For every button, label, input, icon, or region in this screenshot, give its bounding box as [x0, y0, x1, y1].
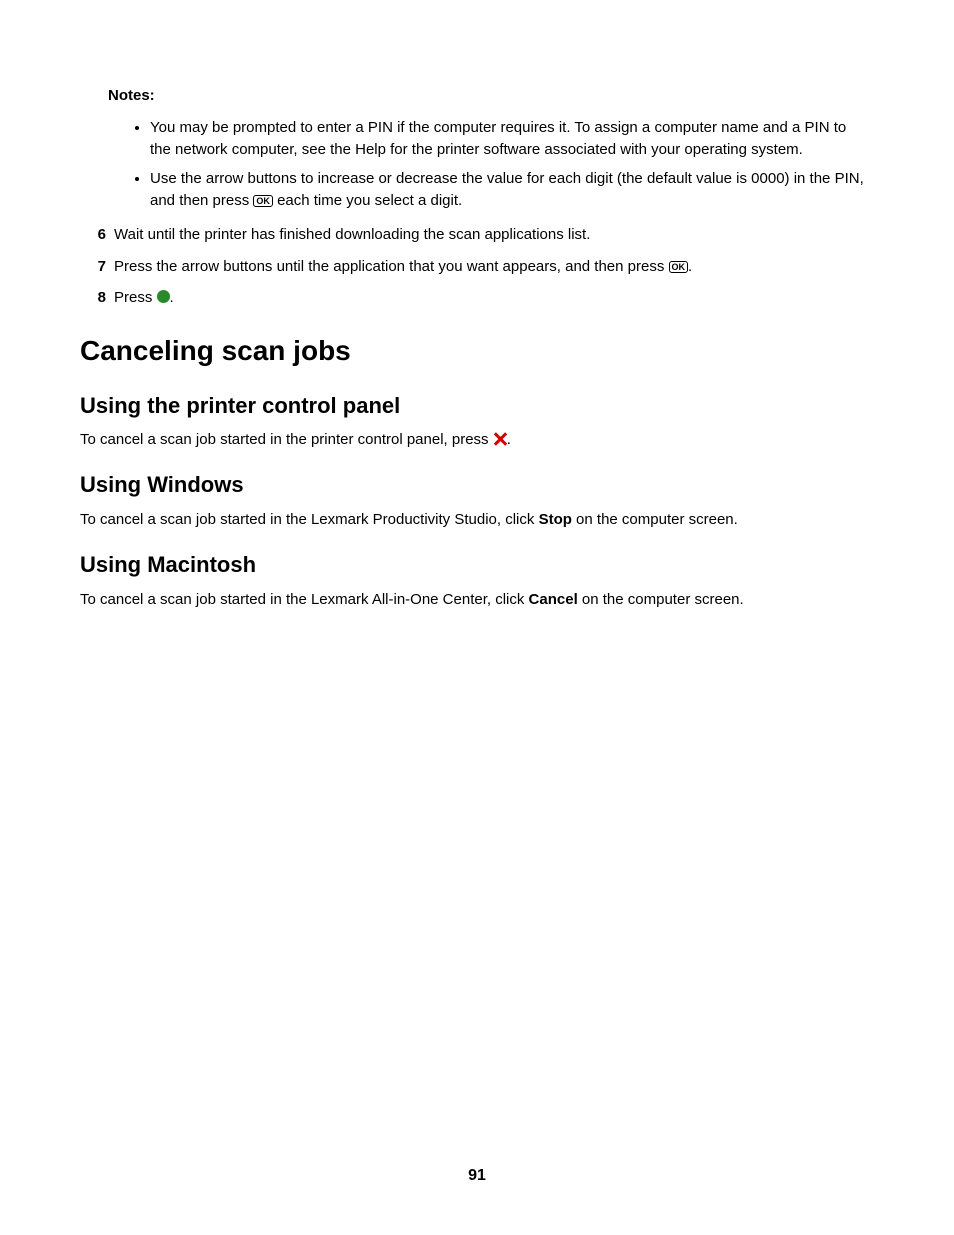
- document-page: Notes: You may be prompted to enter a PI…: [0, 0, 954, 611]
- step-7: 7 Press the arrow buttons until the appl…: [80, 256, 874, 278]
- page-number: 91: [0, 1164, 954, 1187]
- ok-icon: OK: [253, 195, 273, 207]
- step-text: Press .: [114, 287, 874, 309]
- notes-list: You may be prompted to enter a PIN if th…: [80, 117, 874, 212]
- subsection-heading-macintosh: Using Macintosh: [80, 549, 874, 581]
- step-text-fragment: .: [170, 289, 174, 306]
- step-number: 6: [80, 224, 114, 246]
- step-text-fragment: Press the arrow buttons until the applic…: [114, 258, 669, 275]
- section-heading-canceling: Canceling scan jobs: [80, 331, 874, 372]
- start-button-icon: [157, 290, 170, 303]
- step-text-fragment: .: [688, 258, 692, 275]
- step-number: 7: [80, 256, 114, 278]
- bold-text: Stop: [539, 511, 572, 528]
- text-fragment: To cancel a scan job started in the Lexm…: [80, 591, 529, 608]
- step-text: Wait until the printer has finished down…: [114, 224, 874, 246]
- step-8: 8 Press .: [80, 287, 874, 309]
- note-text: each time you select a digit.: [273, 192, 462, 209]
- text-fragment: To cancel a scan job started in the Lexm…: [80, 511, 539, 528]
- body-text: To cancel a scan job started in the Lexm…: [80, 509, 874, 531]
- note-item: Use the arrow buttons to increase or dec…: [150, 168, 874, 212]
- numbered-steps: 6 Wait until the printer has finished do…: [80, 224, 874, 309]
- step-text-fragment: Press: [114, 289, 157, 306]
- step-text: Press the arrow buttons until the applic…: [114, 256, 874, 278]
- body-text: To cancel a scan job started in the Lexm…: [80, 589, 874, 611]
- ok-icon: OK: [669, 261, 689, 273]
- step-number: 8: [80, 287, 114, 309]
- note-item: You may be prompted to enter a PIN if th…: [150, 117, 874, 161]
- subsection-heading-windows: Using Windows: [80, 469, 874, 501]
- step-6: 6 Wait until the printer has finished do…: [80, 224, 874, 246]
- text-fragment: To cancel a scan job started in the prin…: [80, 431, 493, 448]
- cancel-x-icon: [493, 432, 507, 446]
- subsection-heading-panel: Using the printer control panel: [80, 390, 874, 422]
- notes-heading: Notes:: [108, 85, 874, 107]
- text-fragment: on the computer screen.: [578, 591, 744, 608]
- body-text: To cancel a scan job started in the prin…: [80, 429, 874, 451]
- text-fragment: on the computer screen.: [572, 511, 738, 528]
- bold-text: Cancel: [529, 591, 578, 608]
